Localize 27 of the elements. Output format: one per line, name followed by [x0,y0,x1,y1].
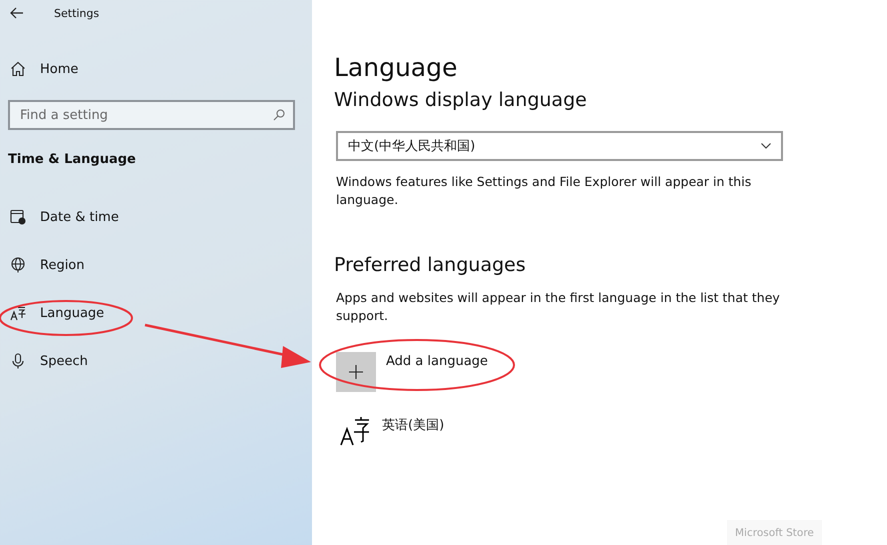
chevron-down-icon [761,143,771,149]
calendar-clock-icon [10,209,26,225]
back-arrow-icon[interactable] [10,7,24,19]
add-language-link[interactable]: Add a language [386,354,488,369]
search-icon [273,109,285,121]
section-heading: Preferred languages [334,253,527,277]
globe-icon [10,257,26,273]
section-heading: Windows display language [334,88,588,112]
home-icon [10,61,26,77]
page-title: Language [334,52,458,84]
display-language-dropdown[interactable]: 中文(中华人民共和国) [336,131,783,161]
sidebar-item[interactable]: Speech [0,349,312,373]
language-list-item[interactable]: 英语(美国) [340,416,540,446]
plus-icon [349,365,363,379]
sidebar-item[interactable]: Language [0,301,312,325]
section-heading: Time & Language [8,152,137,167]
home-nav-item[interactable]: Home [0,57,312,81]
language-icon [10,305,26,321]
sidebar-item[interactable]: Date & time [0,205,312,229]
search-field[interactable]: Find a setting [8,100,295,130]
add-language-button[interactable] [336,352,376,392]
language-icon [340,416,370,446]
window-title: Settings [54,6,100,20]
description-text: Windows features like Settings and File Explorer will appear in this language. [336,173,752,209]
sidebar-item[interactable]: Region [0,253,312,277]
microphone-icon [10,353,26,369]
description-text: Apps and websites will appear in the first language in the list that they support. [336,289,781,325]
